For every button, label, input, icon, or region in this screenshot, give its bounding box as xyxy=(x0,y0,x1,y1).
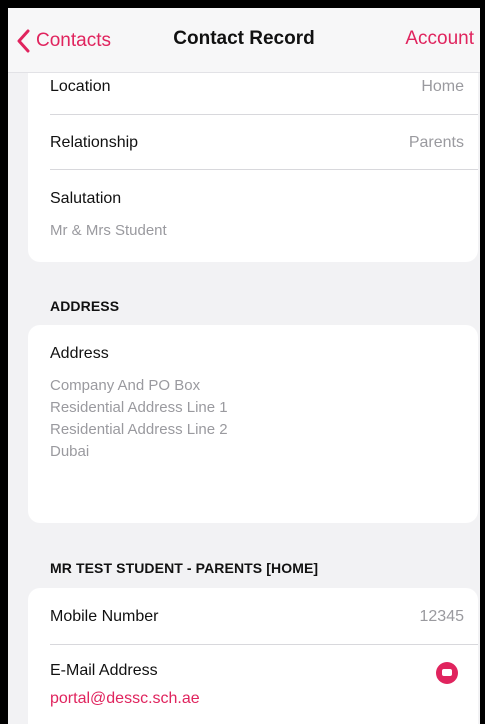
address-line: Company And PO Box xyxy=(50,377,201,394)
address-line: Residential Address Line 1 xyxy=(50,399,228,416)
chevron-left-icon xyxy=(17,29,30,53)
address-card: Address Company And PO Box Residential A… xyxy=(28,325,478,523)
contact-section-header: MR TEST STUDENT - PARENTS [HOME] xyxy=(50,560,319,576)
salutation-value: Mr & Mrs Student xyxy=(50,222,167,239)
navigation-bar: Contacts Contact Record Account xyxy=(8,8,480,73)
screen: Location Home Relationship Parents Salut… xyxy=(8,8,480,724)
address-line: Dubai xyxy=(50,443,90,460)
location-row[interactable]: Location Home xyxy=(50,78,464,100)
address-lines: Company And PO Box Residential Address L… xyxy=(50,375,464,463)
address-line: Residential Address Line 2 xyxy=(50,421,228,438)
relationship-label: Relationship xyxy=(50,134,139,151)
relationship-row[interactable]: Relationship Parents xyxy=(50,134,464,156)
email-label: E-Mail Address xyxy=(50,662,158,679)
divider xyxy=(50,644,478,645)
relationship-value: Parents xyxy=(408,134,464,151)
divider xyxy=(50,169,478,170)
location-label: Location xyxy=(50,78,111,95)
address-section-header: ADDRESS xyxy=(50,298,120,314)
back-label: Contacts xyxy=(36,30,111,51)
account-button[interactable]: Account xyxy=(405,28,474,50)
back-button[interactable]: Contacts xyxy=(16,26,111,56)
location-value: Home xyxy=(421,78,464,95)
email-row: E-Mail Address portal@dessc.sch.ae xyxy=(50,662,464,708)
mail-icon[interactable] xyxy=(436,662,458,684)
salutation-label: Salutation xyxy=(50,190,122,207)
divider xyxy=(50,114,478,115)
address-row: Address Company And PO Box Residential A… xyxy=(50,345,464,463)
salutation-row: Salutation Mr & Mrs Student xyxy=(50,190,464,239)
mobile-row[interactable]: Mobile Number 12345 xyxy=(50,608,464,630)
contact-card: Mobile Number 12345 E-Mail Address porta… xyxy=(28,588,478,724)
mobile-value: 12345 xyxy=(419,608,465,625)
mobile-label: Mobile Number xyxy=(50,608,159,625)
address-label: Address xyxy=(50,345,109,362)
email-link[interactable]: portal@dessc.sch.ae xyxy=(50,690,464,708)
